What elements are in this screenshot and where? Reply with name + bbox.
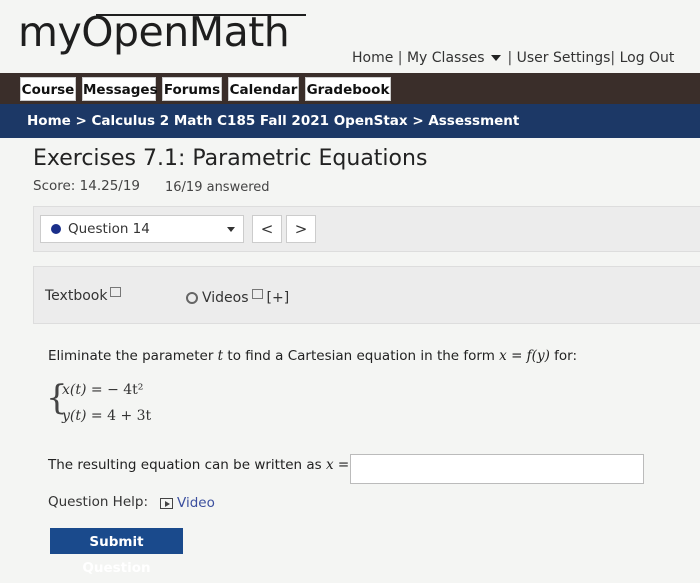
breadcrumb-home[interactable]: Home [27, 113, 71, 129]
breadcrumb-current: Assessment [428, 113, 520, 129]
equation-lhs: x(t) [62, 382, 87, 398]
breadcrumb-separator: > [75, 113, 87, 129]
paperclip-icon [186, 292, 198, 304]
prompt-form: x = f(y) [499, 348, 550, 364]
videos-label: Videos [202, 290, 249, 306]
equation-y: y(t) = 4 + 3t [62, 408, 151, 424]
score-text: Score: 14.25/19 [33, 178, 141, 194]
nav-my-classes-link[interactable]: My Classes [407, 50, 485, 66]
expand-videos-toggle[interactable]: [+] [267, 290, 290, 306]
breadcrumb-course[interactable]: Calculus 2 Math C185 Fall 2021 OpenStax [92, 113, 408, 129]
videos-link[interactable]: Videos [+] [186, 289, 290, 306]
help-video-link[interactable]: Video [160, 495, 215, 511]
chevron-down-icon[interactable] [490, 55, 501, 61]
question-select-label: Question 14 [68, 221, 150, 237]
next-question-button[interactable]: > [286, 215, 316, 243]
answered-count: 16/19 answered [165, 180, 270, 195]
nav-log-out-link[interactable]: Log Out [620, 50, 675, 66]
course-tab-bar: Course Messages Forums Calendar Gradeboo… [0, 73, 700, 107]
status-dot-icon [51, 224, 61, 234]
prompt-text: for: [554, 348, 578, 364]
video-play-icon [160, 497, 173, 509]
prompt-param: t [217, 348, 224, 364]
tab-messages[interactable]: Messages [82, 77, 158, 101]
breadcrumb-separator: > [412, 113, 424, 129]
logo-decoration [96, 14, 306, 16]
nav-separator: | [610, 50, 616, 66]
result-text: The resulting equation can be written as [48, 457, 322, 473]
external-link-icon [110, 287, 122, 297]
tab-gradebook[interactable]: Gradebook [305, 77, 391, 101]
question-select[interactable]: Question 14 [40, 215, 244, 243]
tab-calendar[interactable]: Calendar [228, 77, 299, 101]
prompt-text: to find a Cartesian equation in the form [227, 348, 495, 364]
tab-course[interactable]: Course [20, 77, 76, 101]
result-label: The resulting equation can be written as… [48, 457, 349, 473]
chevron-down-icon [227, 227, 235, 232]
page-title: Exercises 7.1: Parametric Equations [33, 146, 428, 171]
textbook-link[interactable]: Textbook [45, 287, 122, 304]
nav-separator: | [507, 50, 513, 66]
tab-forums[interactable]: Forums [162, 77, 222, 101]
equation-x: x(t) = − 4t² [62, 382, 143, 398]
submit-question-button[interactable]: Submit Question [50, 528, 183, 576]
answer-input[interactable] [350, 454, 644, 484]
external-link-icon [251, 289, 263, 299]
prev-question-button[interactable]: < [252, 215, 282, 243]
result-var: x = [326, 457, 350, 473]
nav-user-settings-link[interactable]: User Settings [517, 50, 611, 66]
nav-home-link[interactable]: Home [352, 50, 393, 66]
question-help-label: Question Help: [48, 494, 148, 510]
prompt-text: Eliminate the parameter [48, 348, 214, 364]
equation-rhs: = − 4t² [90, 382, 144, 398]
top-nav: Home | My Classes | User Settings| Log O… [352, 50, 674, 66]
nav-separator: | [397, 50, 403, 66]
help-video-label: Video [177, 495, 215, 511]
breadcrumb: Home > Calculus 2 Math C185 Fall 2021 Op… [0, 104, 700, 138]
equation-lhs: y(t) [62, 408, 87, 424]
help-links-panel [33, 266, 700, 324]
textbook-label: Textbook [45, 288, 108, 304]
equation-rhs: = 4 + 3t [90, 408, 152, 424]
question-prompt: Eliminate the parameter t to find a Cart… [48, 348, 577, 364]
